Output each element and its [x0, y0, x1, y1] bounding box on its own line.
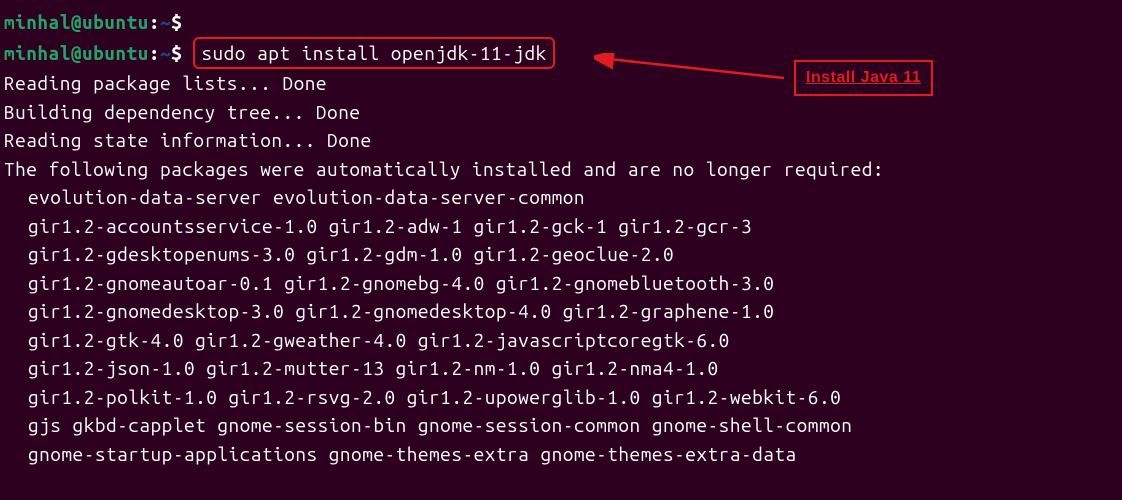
prompt-dollar: $: [171, 11, 182, 33]
output-line: The following packages were automaticall…: [4, 155, 1118, 184]
prompt-host: ubuntu: [82, 11, 149, 33]
package-list-line: evolution-data-server evolution-data-ser…: [4, 183, 1118, 212]
package-list-line: gnome-startup-applications gnome-themes-…: [4, 440, 1118, 469]
prompt-line-1: minhal@ubuntu:~$: [4, 8, 1118, 37]
prompt-user: minhal: [4, 11, 71, 33]
output-line: Reading state information... Done: [4, 126, 1118, 155]
package-list-line: gir1.2-gnomeautoar-0.1 gir1.2-gnomebg-4.…: [4, 269, 1118, 298]
command-highlight-box: sudo apt install openjdk-11-jdk: [193, 37, 554, 70]
package-list-line: gir1.2-polkit-1.0 gir1.2-rsvg-2.0 gir1.2…: [4, 383, 1118, 412]
prompt-path: ~: [160, 42, 171, 64]
output-line: Reading package lists... Done: [4, 69, 1118, 98]
package-list-line: gjs gkbd-capplet gnome-session-bin gnome…: [4, 411, 1118, 440]
prompt-user: minhal: [4, 42, 71, 64]
prompt-path: ~: [160, 11, 171, 33]
prompt-colon: :: [149, 11, 160, 33]
package-list-line: gir1.2-gnomedesktop-3.0 gir1.2-gnomedesk…: [4, 297, 1118, 326]
package-list-line: gir1.2-gtk-4.0 gir1.2-gweather-4.0 gir1.…: [4, 326, 1118, 355]
prompt-dollar: $: [171, 42, 182, 64]
annotation-label: Install Java 11: [794, 60, 933, 96]
prompt-host: ubuntu: [82, 42, 149, 64]
prompt-colon: :: [149, 42, 160, 64]
package-list-line: gir1.2-gdesktopenums-3.0 gir1.2-gdm-1.0 …: [4, 240, 1118, 269]
prompt-at: @: [71, 42, 82, 64]
output-line: Building dependency tree... Done: [4, 98, 1118, 127]
package-list-line: gir1.2-accountsservice-1.0 gir1.2-adw-1 …: [4, 212, 1118, 241]
prompt-at: @: [71, 11, 82, 33]
command-text: sudo apt install openjdk-11-jdk: [201, 42, 546, 64]
package-list-line: gir1.2-json-1.0 gir1.2-mutter-13 gir1.2-…: [4, 354, 1118, 383]
prompt-line-2[interactable]: minhal@ubuntu:~$ sudo apt install openjd…: [4, 37, 1118, 70]
